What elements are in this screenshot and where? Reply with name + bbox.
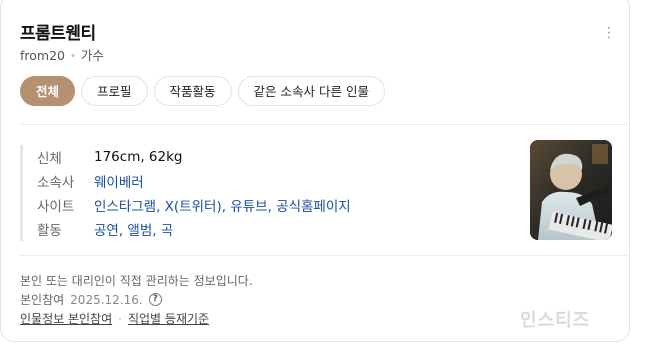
info-row-site: 사이트 인스타그램, X(트위터), 유튜브, 공식홈페이지 xyxy=(37,193,351,217)
info-key-body: 신체 xyxy=(37,151,62,167)
subtitle-role: 가수 xyxy=(80,48,104,63)
info-key-site: 사이트 xyxy=(37,199,75,215)
footer-links: 인물정보 본인참여 · 직업별 등재기준 xyxy=(20,310,209,327)
participation-date: 2025.12.16. xyxy=(70,292,143,307)
info-list: 신체 176cm, 62kg 소속사 웨이베러 사이트 인스타그램, X(트위터… xyxy=(20,145,351,241)
tab-works[interactable]: 작품활동 xyxy=(153,76,232,106)
profile-photo-image xyxy=(530,140,612,240)
divider xyxy=(20,255,630,256)
watermark: 인스티즈 xyxy=(520,310,591,331)
profile-photo[interactable] xyxy=(530,140,612,240)
info-key-activity: 활동 xyxy=(37,223,62,239)
more-options-icon[interactable]: ⋮ xyxy=(602,24,616,42)
agency-link[interactable]: 웨이베러 xyxy=(94,175,144,191)
info-key-agency: 소속사 xyxy=(37,175,75,191)
participation-label: 본인참여 xyxy=(20,293,65,307)
participation-info: 본인참여 2025.12.16. ? xyxy=(20,291,162,308)
registration-criteria-link[interactable]: 직업별 등재기준 xyxy=(128,310,209,327)
info-row-activity: 활동 공연, 앨범, 곡 xyxy=(37,217,351,241)
activity-links[interactable]: 공연, 앨범, 곡 xyxy=(94,223,173,239)
tab-all[interactable]: 전체 xyxy=(20,76,76,106)
info-row-body: 신체 176cm, 62kg xyxy=(37,145,351,169)
info-value-body: 176cm, 62kg xyxy=(94,149,183,165)
subtitle-name: from20 xyxy=(20,48,65,63)
tab-profile[interactable]: 프로필 xyxy=(81,76,148,106)
help-icon[interactable]: ? xyxy=(148,293,162,306)
managed-notice: 본인 또는 대리인이 직접 관리하는 정보입니다. xyxy=(20,274,253,288)
tab-same-agency[interactable]: 같은 소속사 다른 인물 xyxy=(237,76,385,106)
profile-participation-link[interactable]: 인물정보 본인참여 xyxy=(20,310,112,327)
site-links[interactable]: 인스타그램, X(트위터), 유튜브, 공식홈페이지 xyxy=(94,199,351,215)
separator-dot: • xyxy=(70,51,76,62)
page-title: 프롬트웬티 xyxy=(20,24,96,44)
tab-bar: 전체 프로필 작품활동 같은 소속사 다른 인물 xyxy=(20,76,385,106)
divider xyxy=(20,124,630,125)
subtitle: from20 • 가수 xyxy=(20,45,104,64)
info-row-agency: 소속사 웨이베러 xyxy=(37,169,351,193)
separator-dot: · xyxy=(118,311,122,326)
